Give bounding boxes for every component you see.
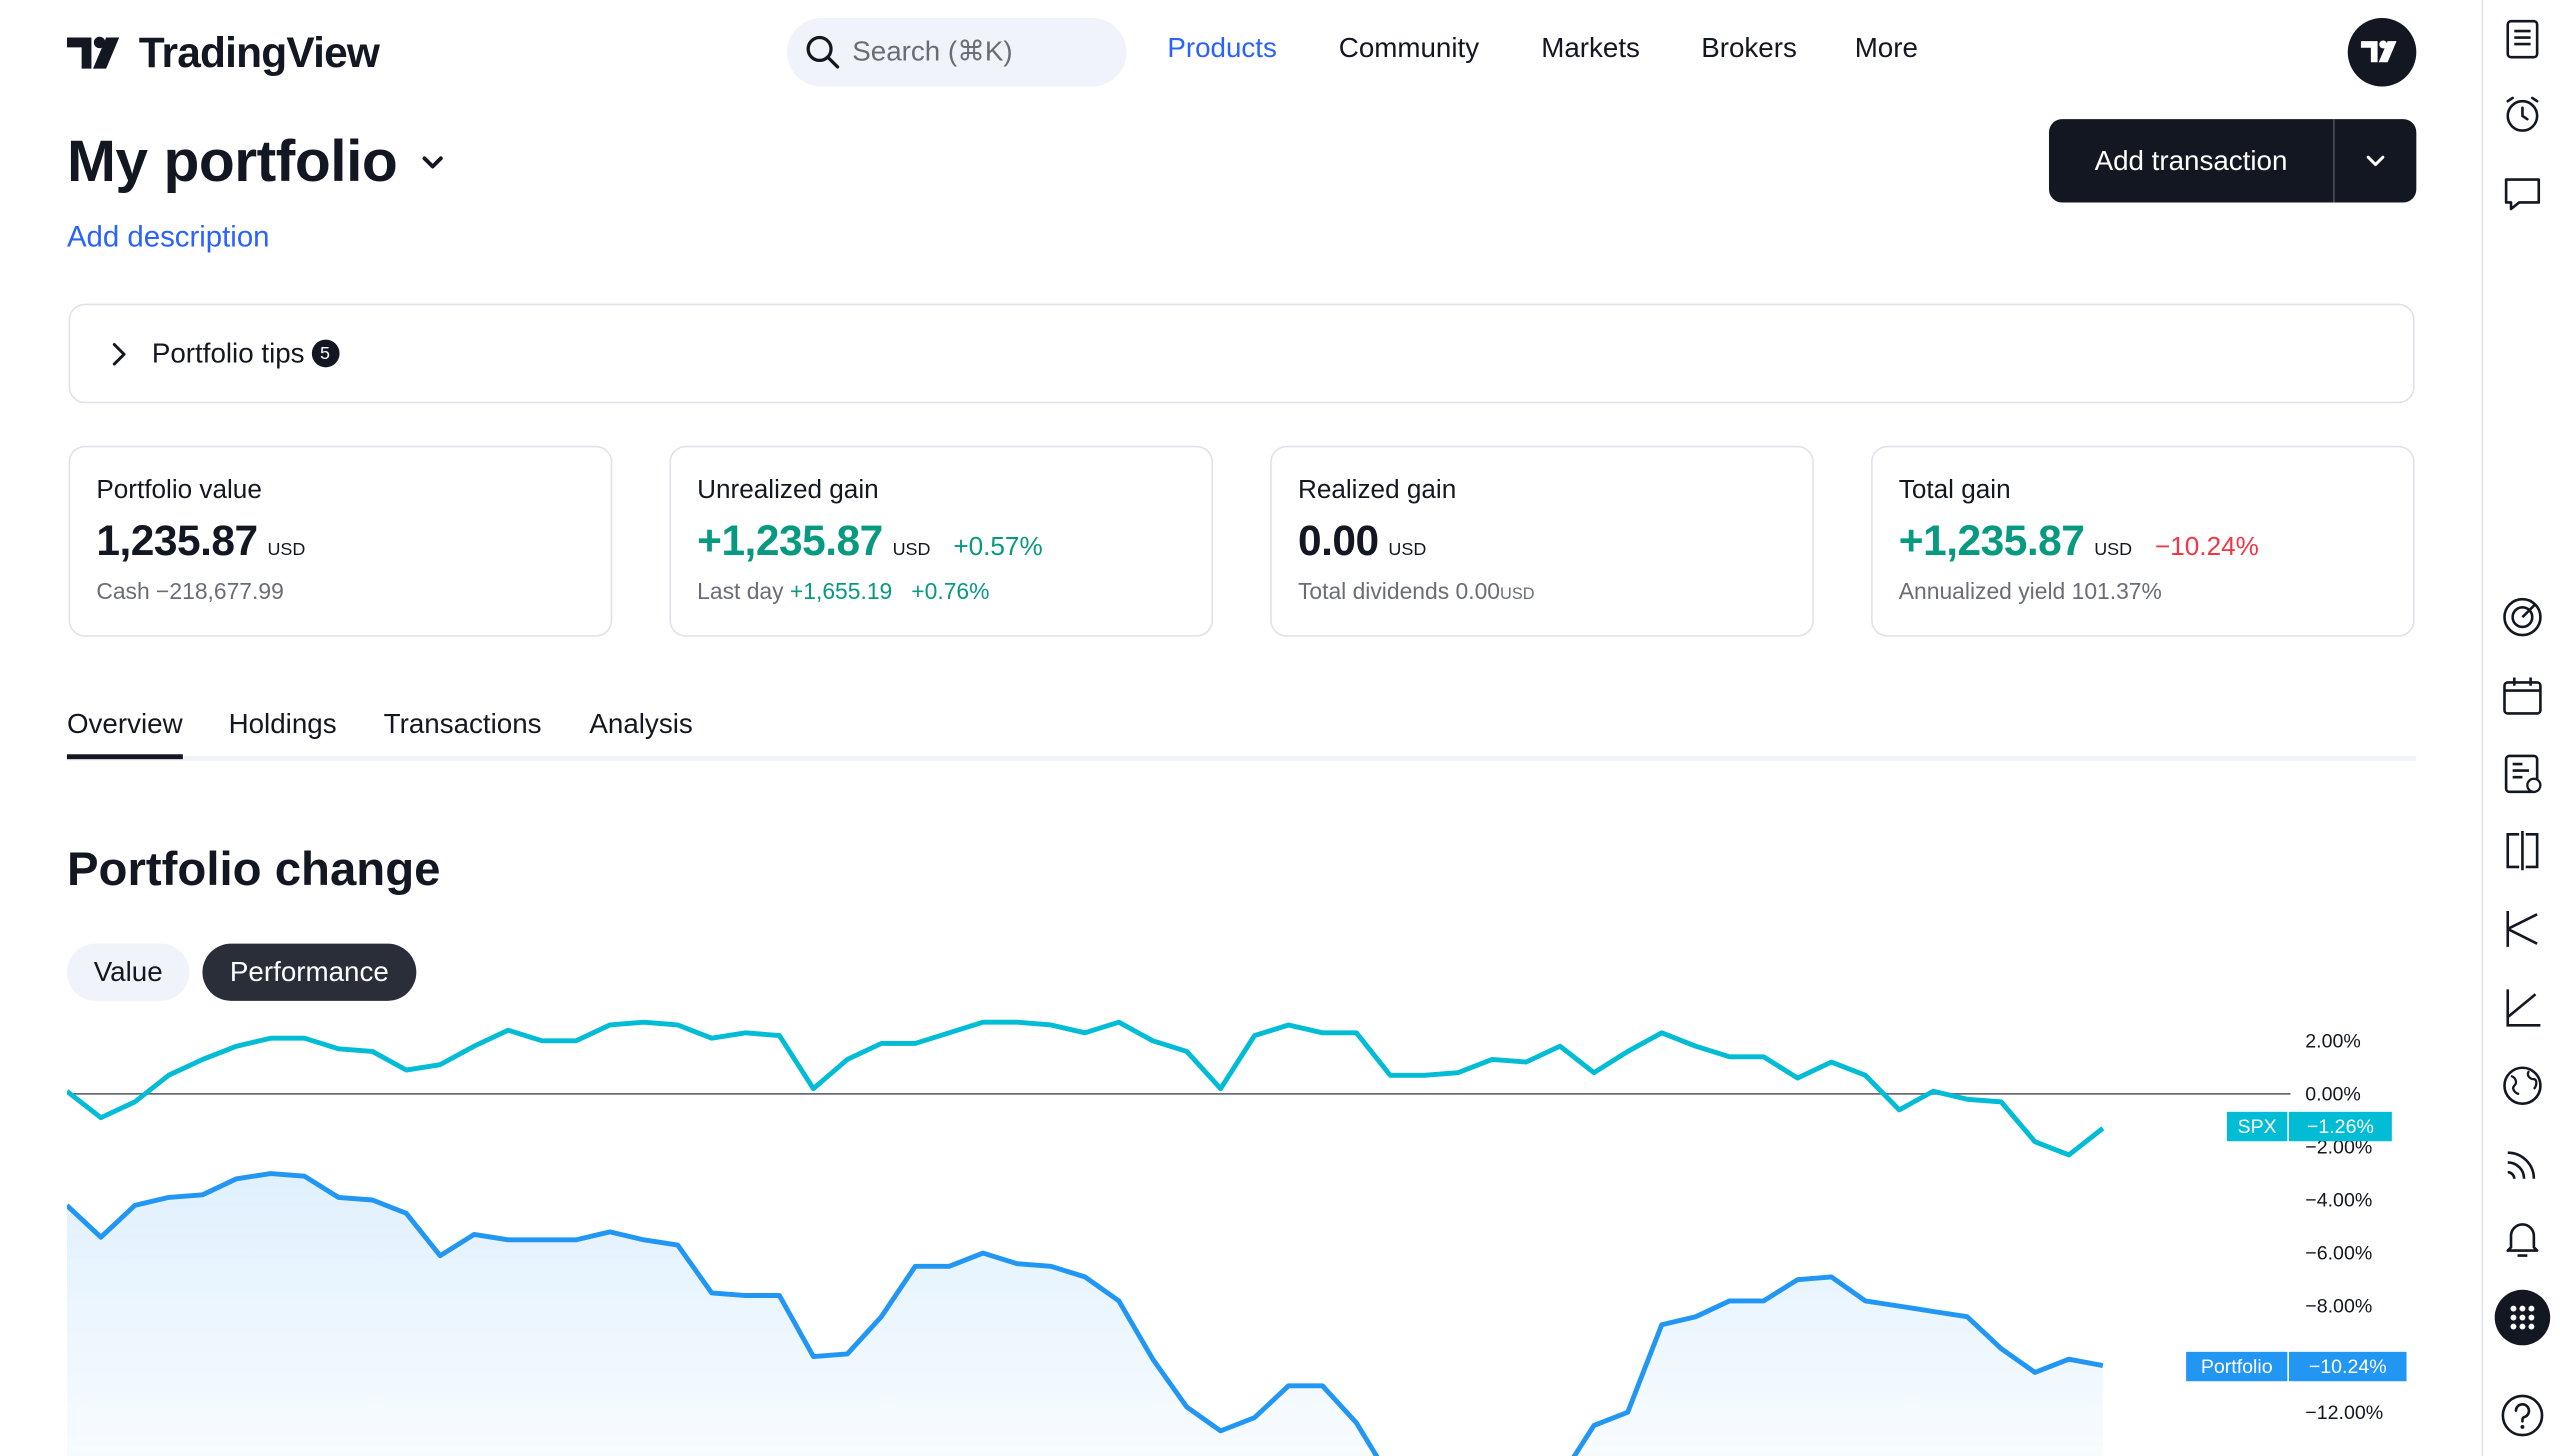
value-toggle-button[interactable]: Value xyxy=(66,943,190,1001)
alert-clock-icon[interactable] xyxy=(2500,91,2546,137)
pine-editor-icon[interactable] xyxy=(2500,984,2546,1030)
avatar-logo-icon xyxy=(2360,40,2397,63)
y-tick-label: −2.00% xyxy=(2305,1136,2372,1158)
last-day-pct: +0.76% xyxy=(911,577,990,605)
watchlist-icon[interactable] xyxy=(2500,16,2546,62)
portfolio-last-value: −10.24% xyxy=(2309,1356,2387,1378)
tradingview-logo[interactable]: TradingView xyxy=(66,27,380,79)
portfolio-series-name: Portfolio xyxy=(2201,1356,2273,1378)
tab-holdings[interactable]: Holdings xyxy=(229,709,337,755)
unrealized-gain-pct: +0.57% xyxy=(953,533,1043,562)
annualized-yield-value: 101.37% xyxy=(2071,577,2162,605)
portfolio-value-card: Portfolio value 1,235.87 USD Cash −218,6… xyxy=(68,445,613,637)
card-title: Total gain xyxy=(1898,476,2011,505)
chevron-right-icon xyxy=(112,342,126,365)
globe-icon[interactable] xyxy=(2500,1063,2546,1109)
nav-more[interactable]: More xyxy=(1855,33,1918,66)
spx-end-label: SPX −1.26% xyxy=(2226,1111,2392,1142)
portfolio-title[interactable]: My portfolio xyxy=(67,127,450,196)
page-root: TradingView Search (⌘K) Products Communi… xyxy=(0,0,2560,1456)
spx-series-name: SPX xyxy=(2238,1116,2277,1138)
add-description-link[interactable]: Add description xyxy=(67,220,270,254)
total-gain-value: +1,235.87 xyxy=(1898,515,2085,565)
currency-unit: USD xyxy=(267,540,306,560)
right-toolbar xyxy=(2481,0,2560,1456)
portfolio-value: 1,235.87 xyxy=(96,515,258,565)
realized-gain-card: Realized gain 0.00 USD Total dividends 0… xyxy=(1270,445,1814,637)
add-transaction-dropdown[interactable] xyxy=(2335,119,2417,202)
portfolio-series-line xyxy=(66,1171,2104,1456)
y-tick-label: −8.00% xyxy=(2305,1296,2372,1318)
portfolio-tips-panel[interactable]: Portfolio tips 5 xyxy=(68,303,2415,404)
stream-icon[interactable] xyxy=(2500,1141,2546,1187)
unrealized-gain-value: +1,235.87 xyxy=(697,515,883,565)
chat-icon[interactable] xyxy=(2500,171,2546,217)
spx-series-line xyxy=(66,1019,2105,1158)
currency-unit: USD xyxy=(1500,586,1535,605)
nav-markets[interactable]: Markets xyxy=(1541,33,1640,66)
search-placeholder: Search (⌘K) xyxy=(852,35,1013,67)
search-input[interactable]: Search (⌘K) xyxy=(786,17,1127,87)
currency-unit: USD xyxy=(892,540,931,560)
y-tick-label: −4.00% xyxy=(2305,1190,2372,1212)
spx-last-value: −1.26% xyxy=(2307,1116,2374,1138)
calendar-icon[interactable] xyxy=(2500,673,2546,719)
total-gain-pct: −10.24% xyxy=(2154,533,2259,562)
total-gain-card: Total gain +1,235.87 USD −10.24% Annuali… xyxy=(1871,445,2415,637)
portfolio-tips-label: Portfolio tips xyxy=(151,337,305,369)
compare-icon[interactable] xyxy=(2500,828,2546,874)
logo-icon xyxy=(66,35,120,68)
dividends-value: 0.00 xyxy=(1455,577,1501,605)
unrealized-gain-card: Unrealized gain +1,235.87 USD +0.57% Las… xyxy=(669,445,1214,637)
card-title: Unrealized gain xyxy=(697,476,879,505)
annualized-yield-label: Annualized yield xyxy=(1898,577,2066,605)
tips-count-badge: 5 xyxy=(311,339,339,368)
last-day-value: +1,655.19 xyxy=(789,577,893,605)
user-avatar[interactable] xyxy=(2347,17,2417,87)
nav-products[interactable]: Products xyxy=(1167,33,1277,66)
help-icon[interactable] xyxy=(2500,1393,2546,1439)
nav-community[interactable]: Community xyxy=(1339,33,1479,66)
add-transaction-button[interactable]: Add transaction xyxy=(2049,119,2333,202)
page-title: My portfolio xyxy=(66,127,398,195)
dividends-label: Total dividends xyxy=(1297,577,1450,605)
logo-text: TradingView xyxy=(138,27,380,77)
last-day-label: Last day xyxy=(697,577,784,605)
apps-grid-icon[interactable] xyxy=(2494,1289,2551,1346)
currency-unit: USD xyxy=(2094,540,2133,560)
search-icon xyxy=(806,35,840,69)
nav-brokers[interactable]: Brokers xyxy=(1701,33,1797,66)
chart-tool-icon[interactable] xyxy=(2500,906,2546,952)
currency-unit: USD xyxy=(1388,540,1427,560)
portfolio-tabs: Overview Holdings Transactions Analysis xyxy=(66,709,2417,761)
cash-label: Cash xyxy=(96,577,150,605)
realized-gain-value: 0.00 xyxy=(1297,515,1379,565)
target-icon[interactable] xyxy=(2500,594,2546,640)
notification-bell-icon[interactable] xyxy=(2500,1216,2546,1262)
tab-analysis[interactable]: Analysis xyxy=(589,709,692,755)
y-tick-label: −6.00% xyxy=(2305,1243,2372,1265)
tab-transactions[interactable]: Transactions xyxy=(384,709,542,755)
y-tick-label: 2.00% xyxy=(2305,1030,2361,1052)
performance-toggle-button[interactable]: Performance xyxy=(202,943,417,1001)
add-transaction-split-button: Add transaction xyxy=(2048,119,2417,203)
news-icon[interactable] xyxy=(2500,751,2546,797)
tab-overview[interactable]: Overview xyxy=(66,709,183,760)
chevron-down-icon xyxy=(423,156,444,169)
cash-value: −218,677.99 xyxy=(156,577,284,605)
portfolio-area-fill xyxy=(66,1173,2103,1456)
chevron-down-icon xyxy=(2366,154,2385,166)
card-title: Realized gain xyxy=(1297,476,1457,505)
portfolio-end-label: Portfolio −10.24% xyxy=(2186,1351,2407,1382)
y-tick-label: −12.00% xyxy=(2305,1402,2383,1424)
portfolio-change-heading: Portfolio change xyxy=(66,844,441,897)
card-title: Portfolio value xyxy=(96,476,262,505)
y-tick-label: 0.00% xyxy=(2305,1083,2361,1105)
